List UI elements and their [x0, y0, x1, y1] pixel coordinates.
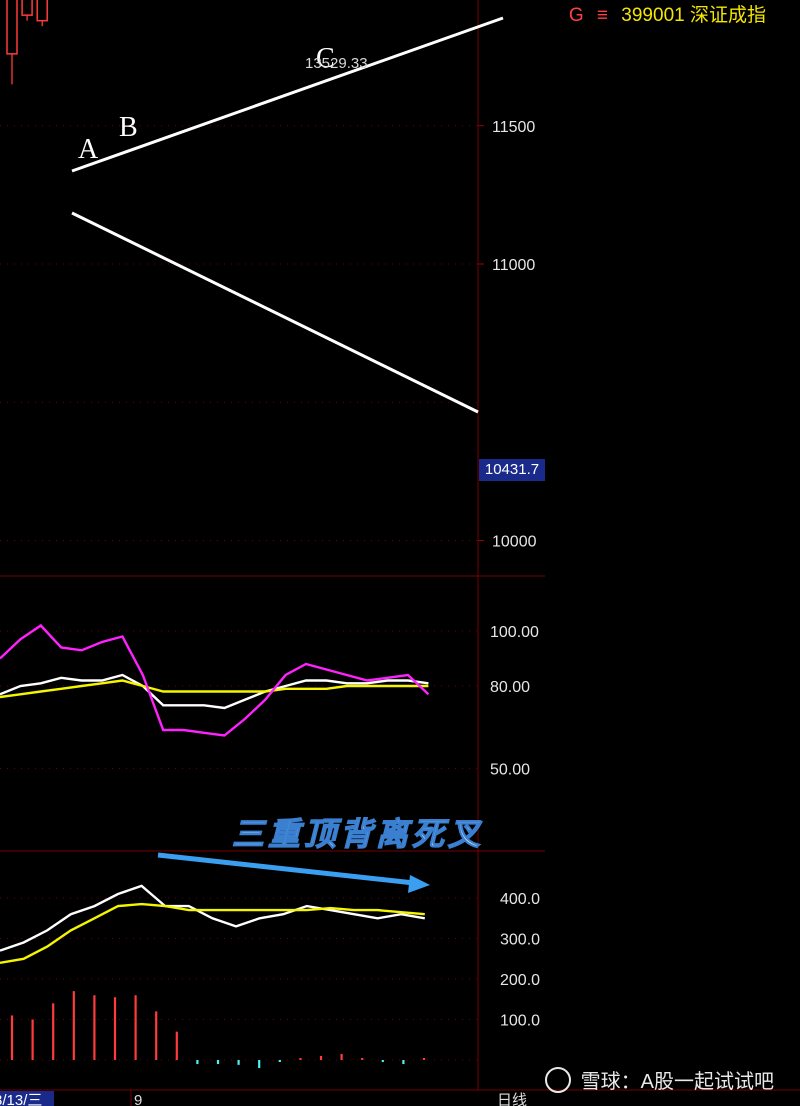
date-mid-label: 9	[134, 1092, 142, 1106]
kdj-tick-label: 50.00	[490, 762, 530, 779]
eq-mark: ≡	[596, 5, 609, 26]
index-name: 深证成指	[689, 5, 766, 26]
candle-body-up	[36, 0, 48, 22]
macd-tick-label: 100.0	[500, 1013, 540, 1030]
y-tick-label: 11500	[492, 119, 535, 136]
xueqiu-logo-icon	[545, 1067, 572, 1093]
macd-tick-label: 200.0	[500, 972, 540, 989]
current-price-tag: 10431.7	[479, 459, 545, 481]
candle-body-up	[21, 0, 33, 16]
macd-dea-line	[0, 902, 425, 964]
divergence-arrow	[157, 852, 415, 886]
kdj-j-line	[0, 623, 430, 737]
macd-tick-label: 400.0	[500, 891, 540, 908]
label-b: B	[119, 112, 138, 143]
y-tick-label: 10000	[492, 534, 537, 551]
index-code: 399001	[621, 5, 685, 26]
watermark: 雪球：A股一起试试吧	[545, 1065, 774, 1094]
lower-trendline	[71, 211, 479, 414]
g-mark: G	[568, 5, 584, 26]
y-tick-label: 11000	[492, 257, 535, 274]
candle-body-up	[6, 0, 18, 55]
arrow-head-icon	[408, 875, 430, 893]
label-a: A	[78, 134, 99, 165]
macd-tick-label: 300.0	[500, 932, 540, 949]
date-left-label: 3/13/三	[0, 1092, 42, 1106]
macd-dif-line	[0, 884, 426, 952]
period-label: 日线	[497, 1092, 527, 1106]
watermark-text: 雪球：A股一起试试吧	[580, 1071, 774, 1093]
chart-header: G ≡ 399001 深证成指	[568, 0, 766, 26]
kdj-tick-label: 80.00	[490, 679, 530, 696]
kdj-tick-label: 100.00	[490, 624, 539, 641]
divergence-note: 三重顶背离死叉	[232, 815, 484, 853]
high-price-label: 13529.33	[305, 55, 368, 72]
upper-trendline	[71, 16, 504, 173]
kline-chart: 10000110001150012000125001300013500ABC13…	[0, 0, 800, 1106]
